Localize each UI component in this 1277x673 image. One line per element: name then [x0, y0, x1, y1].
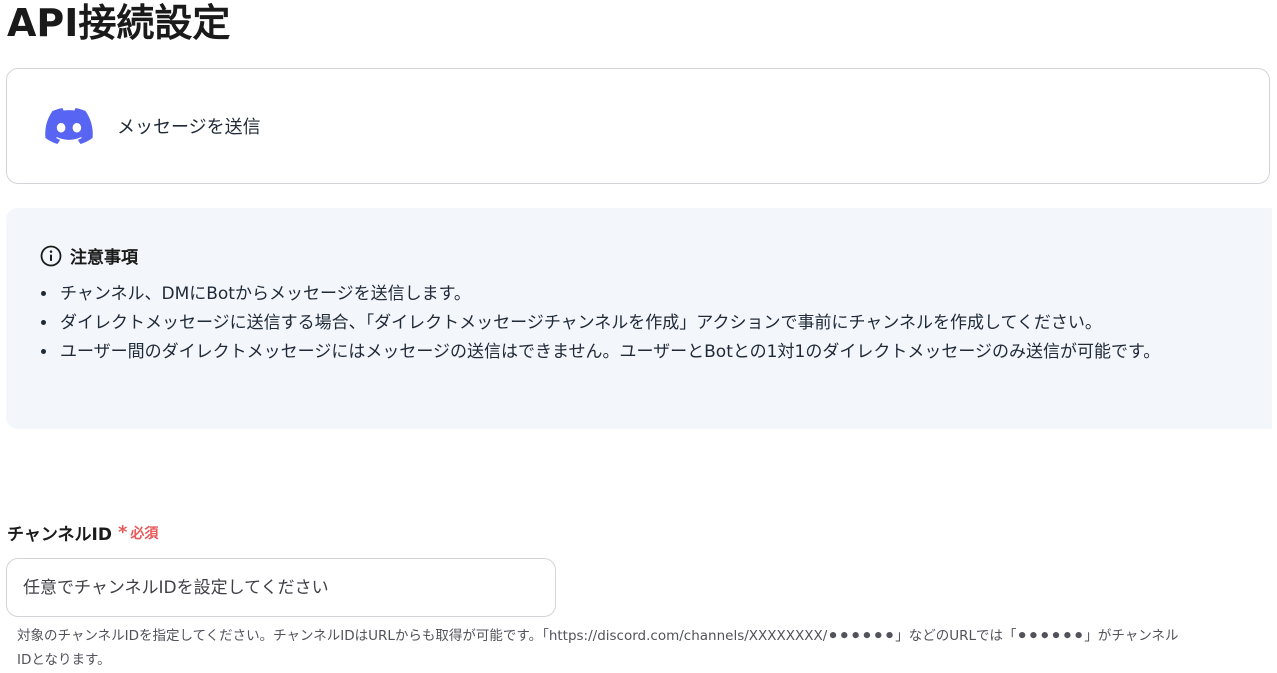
discord-icon: [45, 108, 93, 144]
channel-id-label: チャンネルID: [7, 525, 112, 545]
notice-box: 注意事項 チャンネル、DMにBotからメッセージを送信します。 ダイレクトメッセ…: [6, 208, 1272, 429]
page-title: API接続設定: [7, 1, 231, 45]
required-badge: 必須: [130, 525, 159, 542]
notice-item: チャンネル、DMにBotからメッセージを送信します。: [58, 280, 1238, 309]
notice-item: ユーザー間のダイレクトメッセージにはメッセージの送信はできません。ユーザーとBo…: [58, 338, 1238, 367]
channel-id-input[interactable]: [6, 558, 556, 617]
required-star-icon: *: [117, 522, 128, 543]
channel-id-help-text: 対象のチャンネルIDを指定してください。チャンネルIDはURLからも取得が可能で…: [17, 628, 1179, 668]
notice-title: 注意事項: [70, 248, 138, 268]
notice-item: ダイレクトメッセージに送信する場合、「ダイレクトメッセージチャンネルを作成」アク…: [58, 309, 1238, 338]
notice-list: チャンネル、DMにBotからメッセージを送信します。 ダイレクトメッセージに送信…: [38, 280, 1238, 367]
notice-header: 注意事項: [40, 243, 138, 268]
channel-id-label-row: チャンネルID * 必須: [7, 520, 158, 545]
action-label: メッセージを送信: [117, 117, 261, 138]
action-card[interactable]: メッセージを送信: [6, 68, 1270, 184]
info-icon: [40, 245, 62, 267]
